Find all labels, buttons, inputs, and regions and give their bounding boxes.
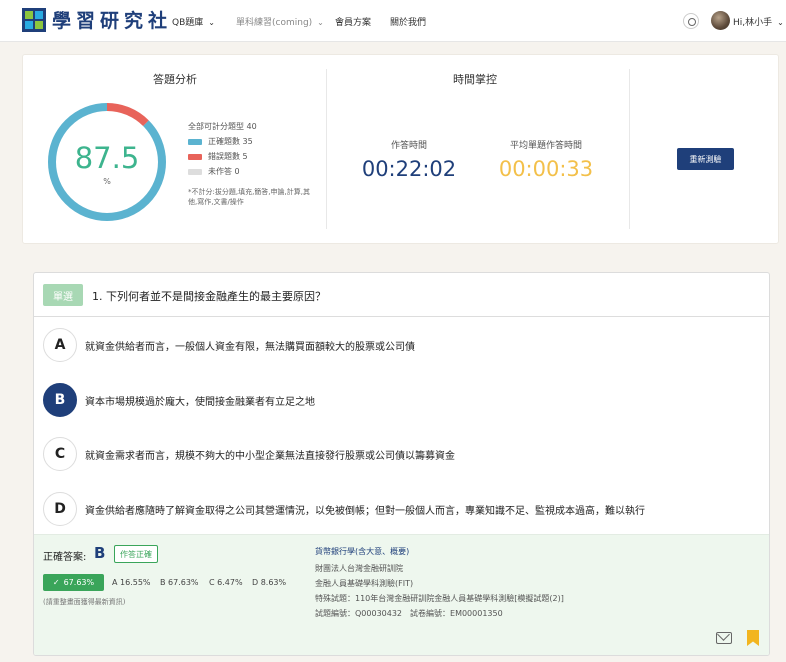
legend-correct: 正確題數 35 — [188, 134, 257, 149]
refresh-note: (請重整畫面獲得最新資訊) — [43, 598, 126, 606]
dist-d: D 8.63% — [252, 578, 287, 587]
unanswered-swatch — [188, 168, 202, 175]
question-card: 單選 1. 下列何者並不是間接金融產生的最主要原因？ A 就資金供給者而言，一般… — [33, 272, 770, 656]
nav-single-subject[interactable]: 單科練習(coming) ⌄ — [236, 15, 324, 28]
option-b[interactable]: B 資本市場規模過於龐大，使間接金融業者有立足之地 — [43, 383, 763, 417]
option-a[interactable]: A 就資金供給者而言，一般個人資金有限，無法購買面額較大的股票或公司債 — [43, 328, 763, 362]
mail-icon[interactable] — [716, 632, 732, 644]
avg-time-value: 00:00:33 — [498, 157, 594, 181]
search-icon[interactable] — [683, 13, 699, 29]
analysis-title: 答題分析 — [153, 73, 197, 86]
nav-qb-bank[interactable]: QB題庫 ⌄ — [172, 15, 215, 28]
chevron-down-icon: ⌄ — [777, 18, 784, 27]
dist-a: A 16.55% — [112, 578, 151, 587]
result-tag: 作答正確 — [114, 545, 158, 563]
option-text: 資本市場規模過於龐大，使間接金融業者有立足之地 — [85, 397, 315, 408]
correct-rate-badge: ✓ 67.63% — [43, 574, 104, 591]
scoring-note: *不計分:拔分題,填充,簡答,申論,計算,其他,寫作,文書/操作 — [188, 188, 310, 206]
option-letter: A — [43, 328, 77, 362]
score-value: 87.5 — [74, 141, 140, 175]
nav-membership-plans[interactable]: 會員方案 — [335, 15, 371, 28]
legend-unanswered: 未作答 0 — [188, 164, 257, 179]
option-c[interactable]: C 就資金需求者而言，規模不夠大的中小型企業無法直接發行股票或公司債以籌募資金 — [43, 437, 763, 471]
bookmark-icon[interactable] — [747, 630, 759, 646]
meta-exam: 金融人員基礎學科測驗(FIT) — [315, 579, 414, 588]
avg-time-label: 平均單題作答時間 — [509, 141, 582, 151]
divider — [629, 69, 630, 229]
subject-link[interactable]: 貨幣銀行學(含大意、概要) — [315, 546, 409, 557]
correct-answer-letter: B — [94, 544, 106, 562]
chevron-down-icon: ⌄ — [317, 18, 324, 27]
question-text: 1. 下列何者並不是間接金融產生的最主要原因？ — [92, 290, 326, 303]
option-text: 資金供給者應隨時了解資金取得之公司其營運情況，以免被倒帳；但對一般個人而言，專業… — [85, 506, 645, 517]
correct-swatch — [188, 138, 202, 145]
option-d[interactable]: D 資金供給者應隨時了解資金取得之公司其營運情況，以免被倒帳；但對一般個人而言，… — [43, 492, 763, 526]
option-text: 就資金需求者而言，規模不夠大的中小型企業無法直接發行股票或公司債以籌募資金 — [85, 451, 455, 462]
avatar[interactable] — [711, 11, 730, 30]
answer-panel: 正確答案: B 作答正確 ✓ 67.63% A 16.55% B 67.63% C… — [34, 534, 769, 655]
score-unit: % — [103, 177, 111, 186]
question-header: 單選 1. 下列何者並不是間接金融產生的最主要原因？ — [34, 273, 769, 317]
elapsed-time-value: 00:22:02 — [361, 157, 457, 181]
wrong-swatch — [188, 153, 202, 160]
time-title: 時間掌控 — [453, 73, 497, 86]
meta-organization: 財團法人台灣金融研訓院 — [315, 564, 403, 573]
logo-text[interactable]: 學習研究社 — [52, 6, 172, 33]
option-text: 就資金供給者而言，一般個人資金有限，無法購買面額較大的股票或公司債 — [85, 342, 415, 353]
legend-total: 全部可計分題型 40 — [188, 122, 257, 131]
meta-ids: 試題編號：Q00030432 試卷編號：EM00001350 — [315, 609, 503, 618]
check-icon: ✓ — [52, 578, 60, 587]
question-type-badge: 單選 — [43, 284, 83, 306]
analysis-card: 答題分析 87.5 % 全部可計分題型 40 正確題數 35 錯誤題數 5 未作… — [22, 54, 779, 244]
top-navbar: 學習研究社 QB題庫 ⌄ 單科練習(coming) ⌄ 會員方案 關於我們 Hi,林… — [0, 0, 786, 42]
option-letter: C — [43, 437, 77, 471]
nav-about-us[interactable]: 關於我們 — [390, 15, 426, 28]
logo-icon[interactable] — [22, 8, 46, 32]
dist-c: C 6.47% — [209, 578, 243, 587]
user-menu[interactable]: Hi,林小手 ⌄ — [733, 15, 784, 28]
option-letter: B — [43, 383, 77, 417]
meta-special-paper: 特殊試題：110年台灣金融研訓院金融人員基礎學科測驗[模擬試題(2)] — [315, 594, 564, 603]
correct-answer-label: 正確答案: — [43, 552, 87, 563]
answer-legend: 全部可計分題型 40 正確題數 35 錯誤題數 5 未作答 0 — [188, 119, 257, 179]
elapsed-time-label: 作答時間 — [390, 141, 427, 151]
chevron-down-icon: ⌄ — [208, 18, 215, 27]
dist-b: B 67.63% — [160, 578, 199, 587]
retest-button[interactable]: 重新測驗 — [677, 148, 734, 170]
divider — [326, 69, 327, 229]
legend-wrong: 錯誤題數 5 — [188, 149, 257, 164]
option-letter: D — [43, 492, 77, 526]
